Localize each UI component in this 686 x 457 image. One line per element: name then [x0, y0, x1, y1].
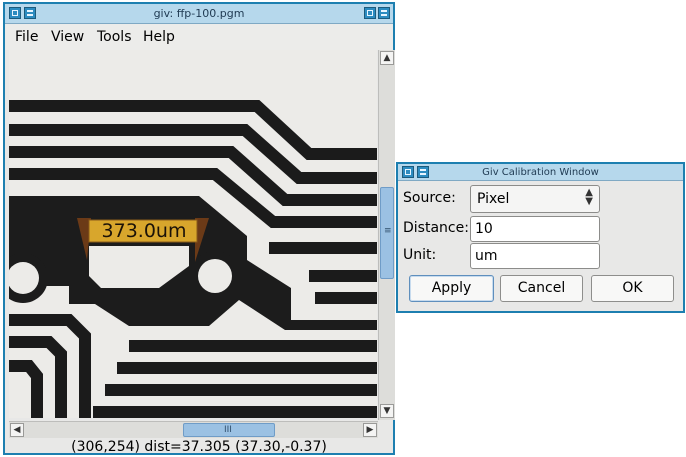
menu-help[interactable]: Help: [143, 24, 175, 50]
scroll-right-button[interactable]: ▶: [363, 423, 377, 437]
image-viewer-window: giv: ffp-100.pgm File View Tools Help 37…: [3, 2, 395, 455]
vertical-scroll-thumb[interactable]: ≡: [380, 187, 394, 279]
viewer-titlebar[interactable]: giv: ffp-100.pgm: [5, 4, 393, 24]
vertical-grip-icon: ≡: [384, 226, 392, 236]
scroll-up-button[interactable]: ▲: [380, 51, 394, 65]
menubar: File View Tools Help: [5, 24, 393, 50]
distance-label: Distance:: [403, 220, 469, 236]
unit-label: Unit:: [403, 247, 437, 263]
measure-label: 373.0um: [101, 220, 187, 242]
image-canvas[interactable]: 373.0um: [9, 50, 377, 418]
source-label: Source:: [403, 190, 456, 206]
vertical-scrollbar[interactable]: ▲ ≡ ▼: [378, 50, 395, 420]
cancel-button[interactable]: Cancel: [500, 275, 583, 302]
shade-icon[interactable]: [378, 7, 390, 19]
menu-tools[interactable]: Tools: [97, 24, 132, 50]
distance-field[interactable]: 10: [470, 216, 600, 242]
source-value: Pixel: [477, 191, 510, 207]
apply-button[interactable]: Apply: [409, 275, 494, 302]
horizontal-scroll-thumb[interactable]: III: [183, 423, 275, 437]
menu-view[interactable]: View: [51, 24, 84, 50]
unit-field[interactable]: um: [470, 243, 600, 269]
source-select[interactable]: Pixel ▲ ▼: [470, 185, 600, 213]
calibration-title: Giv Calibration Window: [482, 167, 599, 178]
ok-button[interactable]: OK: [591, 275, 674, 302]
calibration-titlebar[interactable]: Giv Calibration Window: [398, 164, 683, 181]
calibration-window: Giv Calibration Window Source: Pixel ▲ ▼ …: [396, 162, 685, 313]
horizontal-grip-icon: III: [224, 425, 232, 435]
scroll-down-button[interactable]: ▼: [380, 404, 394, 418]
scroll-left-button[interactable]: ◀: [10, 423, 24, 437]
horizontal-scrollbar[interactable]: ◀ III ▶: [9, 421, 378, 438]
updown-icon: ▲ ▼: [585, 187, 593, 207]
status-bar: (306,254) dist=37.305 (37.30,-0.37): [71, 439, 327, 455]
viewer-title: giv: ffp-100.pgm: [153, 7, 245, 20]
menu-file[interactable]: File: [15, 24, 38, 50]
maximize-icon[interactable]: [364, 7, 376, 19]
